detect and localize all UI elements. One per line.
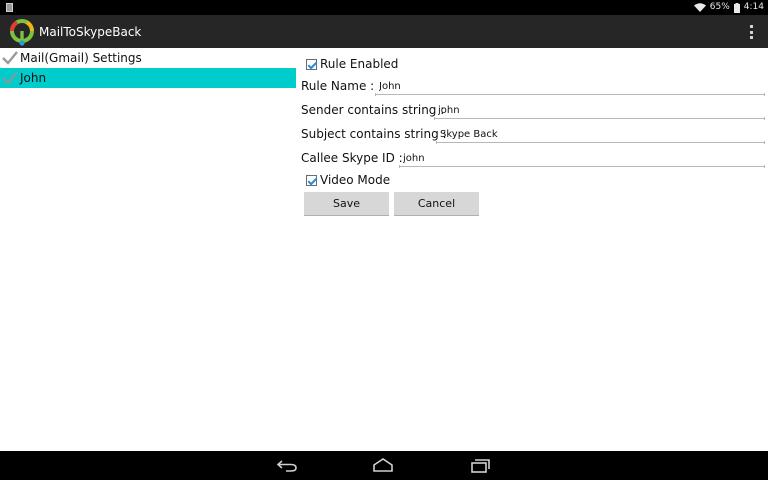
recent-apps-icon[interactable]	[470, 457, 492, 473]
check-icon	[2, 51, 18, 65]
back-icon[interactable]	[276, 457, 298, 473]
callee-row: Callee Skype ID :	[301, 148, 765, 170]
subject-label: Subject contains string :	[301, 127, 447, 141]
notification-icon	[6, 3, 13, 12]
list-item-mail-settings[interactable]: Mail(Gmail) Settings	[0, 48, 296, 68]
rule-list: Mail(Gmail) Settings John	[0, 48, 296, 88]
status-bar: 65% 4:14	[0, 0, 768, 15]
rule-name-field[interactable]	[375, 79, 765, 95]
save-button[interactable]: Save	[304, 192, 389, 216]
wifi-icon	[693, 3, 706, 12]
subject-field[interactable]	[436, 127, 765, 143]
video-mode-label: Video Mode	[320, 173, 391, 187]
callee-label: Callee Skype ID :	[301, 151, 403, 165]
navigation-bar	[0, 451, 768, 480]
screen: 65% 4:14 MailToSkypeBack Mail(Gmail) Set…	[0, 0, 768, 480]
status-right: 65% 4:14	[693, 2, 764, 13]
cancel-button[interactable]: Cancel	[394, 192, 479, 216]
video-mode-checkbox[interactable]	[306, 174, 317, 186]
callee-field[interactable]	[399, 151, 765, 167]
clock: 4:14	[743, 2, 764, 12]
home-icon[interactable]	[372, 457, 394, 473]
rule-enabled-checkbox[interactable]	[306, 58, 317, 70]
list-item-label: John	[20, 71, 47, 85]
overflow-menu-icon[interactable]	[750, 25, 754, 39]
list-item-label: Mail(Gmail) Settings	[20, 51, 142, 65]
rule-enabled-row[interactable]: Rule Enabled	[306, 57, 398, 71]
subject-row: Subject contains string :	[301, 124, 765, 146]
battery-icon	[733, 2, 740, 13]
sender-label: Sender contains string :	[301, 103, 445, 117]
app-title: MailToSkypeBack	[39, 25, 142, 39]
app-logo-icon[interactable]	[8, 18, 36, 46]
action-bar: MailToSkypeBack	[0, 15, 768, 48]
video-mode-row[interactable]: Video Mode	[306, 173, 390, 187]
sender-row: Sender contains string :	[301, 100, 765, 122]
check-icon	[2, 71, 18, 85]
sender-field-wrap	[434, 100, 765, 122]
callee-field-wrap	[399, 148, 765, 170]
rule-name-row: Rule Name :	[301, 76, 765, 98]
rule-name-label: Rule Name :	[301, 79, 375, 93]
battery-percent: 65%	[709, 2, 730, 12]
sender-field[interactable]	[434, 103, 765, 119]
subject-field-wrap	[436, 124, 765, 146]
list-item-john[interactable]: John	[0, 68, 296, 88]
rule-name-field-wrap	[375, 76, 765, 98]
rule-enabled-label: Rule Enabled	[320, 57, 399, 71]
